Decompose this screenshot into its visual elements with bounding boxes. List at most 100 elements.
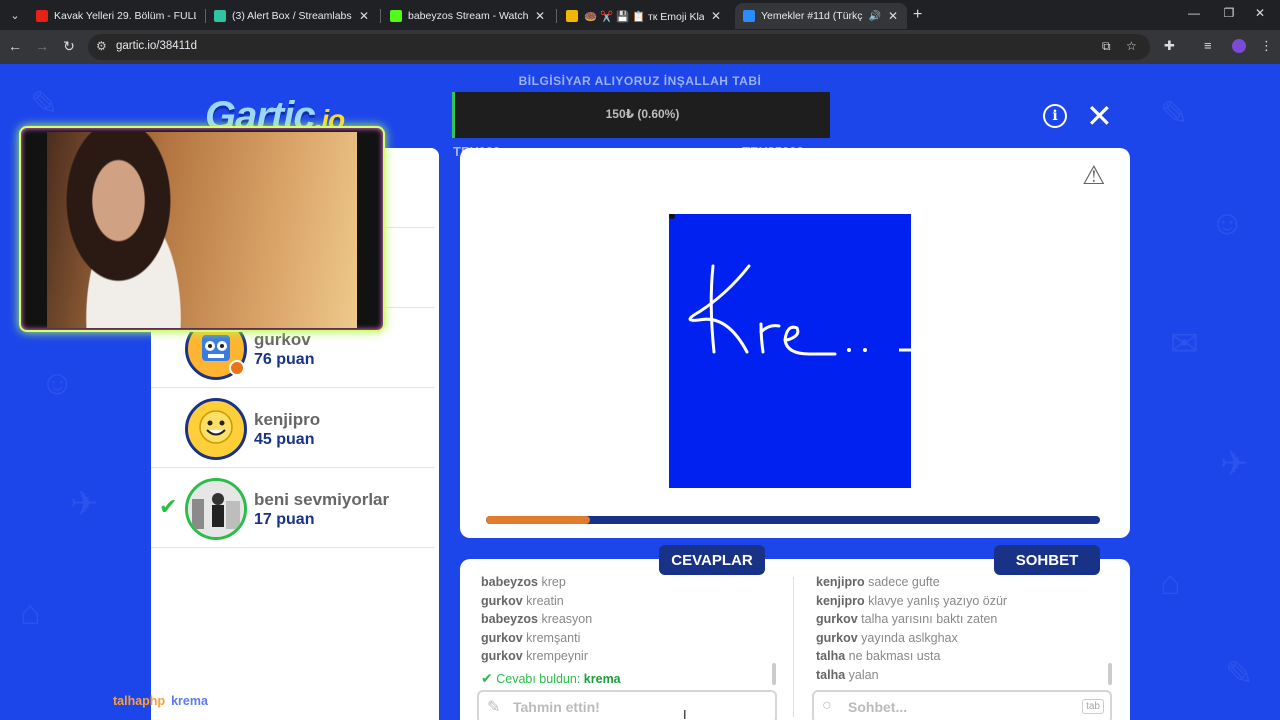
photo-avatar <box>185 478 247 540</box>
pattern-icon: ⌂ <box>1160 564 1181 602</box>
answer-message: gurkov kreatin <box>481 593 564 608</box>
bookmark-star-icon[interactable]: ☆ <box>1126 39 1137 53</box>
smiley-avatar <box>185 398 247 460</box>
close-tab-icon[interactable]: ✕ <box>358 9 370 23</box>
pattern-icon: ☺ <box>1210 204 1245 242</box>
tab-title: (3) Alert Box / Streamlabs <box>232 10 352 22</box>
streamlabs-icon <box>214 10 226 22</box>
emoji-site-icon <box>566 10 578 22</box>
gartic-icon <box>743 10 755 22</box>
tab-kick-stream[interactable]: babeyzos Stream - Watch Live o ✕ <box>382 3 554 29</box>
correct-answer-notice: ✔ Cevabı buldun: krema <box>481 669 621 686</box>
info-icon[interactable]: i <box>1043 104 1067 128</box>
close-tab-icon[interactable]: ✕ <box>887 9 899 23</box>
kick-icon <box>390 10 402 22</box>
chat-list: kenjipro sadece gufte kenjipro klavye ya… <box>816 575 1007 687</box>
player-row[interactable]: kenjipro 45 puan <box>151 388 435 468</box>
tab-title: Yemekler #11d (Türkçe) - Ga <box>761 10 863 22</box>
chat-scrollbar[interactable] <box>1108 663 1112 685</box>
chat-message: kenjipro klavye yanlış yazıyo özür <box>816 593 1008 608</box>
close-icon[interactable]: ✕ <box>1086 100 1113 132</box>
extensions-icon[interactable]: ✚ <box>1164 38 1175 54</box>
player-name: kenjipro <box>254 410 321 429</box>
drawing-canvas <box>669 213 911 488</box>
pattern-icon: ☺ <box>40 364 75 402</box>
answers-scrollbar[interactable] <box>772 663 776 685</box>
pattern-icon: ✉ <box>1170 325 1199 363</box>
close-tab-icon[interactable]: ✕ <box>534 9 546 23</box>
chat-message: gurkov talha yarısını baktı zaten <box>816 612 998 627</box>
site-info-icon[interactable]: ⚙ <box>96 39 107 53</box>
address-bar[interactable]: ⚙ gartic.io/38411d ⧉ ☆ <box>88 34 1150 60</box>
guess-input-placeholder: Tahmin ettin! <box>513 699 600 715</box>
answers-list: babeyzos krep gurkov kreatin babeyzos kr… <box>481 575 621 687</box>
gartic-page: ✎ ✉ ☺ ✈ ⌂ ✎ ☺ ✉ ✈ ⌂ ✎ Gartic.io BİLGİSİY… <box>0 64 1280 720</box>
answer-message: gurkov krempeynir <box>481 649 588 664</box>
pattern-icon: ✈ <box>70 485 99 523</box>
stream-guess-overlay: talhaphp krema <box>113 694 208 708</box>
drawing-board: ⚠ <box>460 148 1130 538</box>
tab-key-hint: tab <box>1082 699 1104 714</box>
player-row[interactable]: ✔ beni sevmiyorlar 17 puan <box>151 468 435 548</box>
tab-emoji-klavye[interactable]: 🍩 ✂️ 💾 📋 тк Emoji Klavye: Tüm E ✕ <box>558 3 730 29</box>
tab-strip: ⌄ Kavak Yelleri 29. Bölüm - FULL B (3) A… <box>0 0 1280 30</box>
speaker-icon[interactable]: 🔊 <box>869 11 881 22</box>
check-icon: ✔ <box>481 669 493 686</box>
tab-streamlabs[interactable]: (3) Alert Box / Streamlabs ✕ <box>206 3 378 29</box>
pattern-icon: ✎ <box>1225 655 1254 693</box>
tab-gartic-active[interactable]: Yemekler #11d (Türkçe) - Ga 🔊 ✕ <box>735 3 907 29</box>
chat-input[interactable]: ○ Sohbet... tab <box>812 690 1112 720</box>
answer-message: gurkov kremşanti <box>481 630 581 645</box>
chat-message: talha ne bakması usta <box>816 649 941 664</box>
chat-message: kenjipro sadece gufte <box>816 575 940 589</box>
player-points: 17 puan <box>254 511 315 528</box>
player-points: 76 puan <box>254 351 315 368</box>
guess-input[interactable]: ✎ Tahmin ettin! <box>477 690 777 720</box>
pencil-icon: ✎ <box>487 699 501 716</box>
menu-dots-icon[interactable]: ⋮ <box>1260 38 1273 54</box>
tab-kavak-yelleri[interactable]: Kavak Yelleri 29. Bölüm - FULL B <box>28 3 204 29</box>
donation-goal-bar: 150₺ (0.60%) <box>452 92 830 138</box>
back-icon[interactable]: ← <box>6 38 24 54</box>
new-tab-button[interactable]: + <box>913 6 922 24</box>
media-control-icon[interactable]: ≡ <box>1204 38 1212 53</box>
reload-icon[interactable]: ↻ <box>60 38 78 55</box>
player-name: gurkov <box>254 330 311 349</box>
tab-title: 🍩 ✂️ 💾 📋 тк Emoji Klavye: Tüm E <box>584 10 704 23</box>
round-timer-bar <box>486 516 1100 524</box>
answer-message: babeyzos kreasyon <box>481 612 593 627</box>
url-text[interactable]: gartic.io/38411d <box>116 40 197 52</box>
round-timer-fill <box>486 516 591 524</box>
tab-search-icon[interactable]: ⌄ <box>5 5 25 25</box>
pattern-icon: ✎ <box>30 85 59 123</box>
chat-panel: CEVAPLAR SOHBET babeyzos krep gurkov kre… <box>460 545 1130 720</box>
report-warning-icon[interactable]: ⚠ <box>1082 160 1105 191</box>
check-icon: ✔ <box>159 494 178 519</box>
status-dot <box>229 360 245 376</box>
forward-icon[interactable]: → <box>33 38 51 54</box>
browser-toolbar: ← → ↻ ⚙ gartic.io/38411d ⧉ ☆ ✚ ≡ ⋮ <box>0 30 1280 64</box>
mouse-cursor-icon: I <box>683 707 687 720</box>
chat-bubble-icon: ○ <box>822 697 832 714</box>
chat-header: SOHBET <box>994 545 1100 575</box>
donation-goal-progress: 150₺ (0.60%) <box>605 107 680 121</box>
donation-goal-label: BİLGİSİYAR ALIYORUZ İNŞALLAH TABİ <box>518 74 762 88</box>
webcam-overlay <box>19 126 385 332</box>
tab-title: babeyzos Stream - Watch Live o <box>408 10 528 22</box>
install-app-icon[interactable]: ⧉ <box>1102 39 1111 54</box>
player-name: beni sevmiyorlar <box>254 490 390 509</box>
pattern-icon: ✈ <box>1220 445 1249 483</box>
panel-divider <box>793 577 794 717</box>
streamer-video <box>51 132 201 328</box>
profile-avatar[interactable] <box>1232 39 1246 53</box>
tab-title: Kavak Yelleri 29. Bölüm - FULL B <box>54 10 196 22</box>
close-window-icon[interactable]: ✕ <box>1250 6 1270 20</box>
close-tab-icon[interactable]: ✕ <box>710 9 722 23</box>
chat-message: talha yalan <box>816 667 879 682</box>
player-points: 45 puan <box>254 431 315 448</box>
minimize-icon[interactable]: — <box>1184 6 1204 20</box>
browser-chrome: ⌄ Kavak Yelleri 29. Bölüm - FULL B (3) A… <box>0 0 1280 64</box>
pattern-icon: ⌂ <box>20 594 41 632</box>
restore-icon[interactable]: ❐ <box>1219 6 1239 20</box>
youtube-icon <box>36 10 48 22</box>
